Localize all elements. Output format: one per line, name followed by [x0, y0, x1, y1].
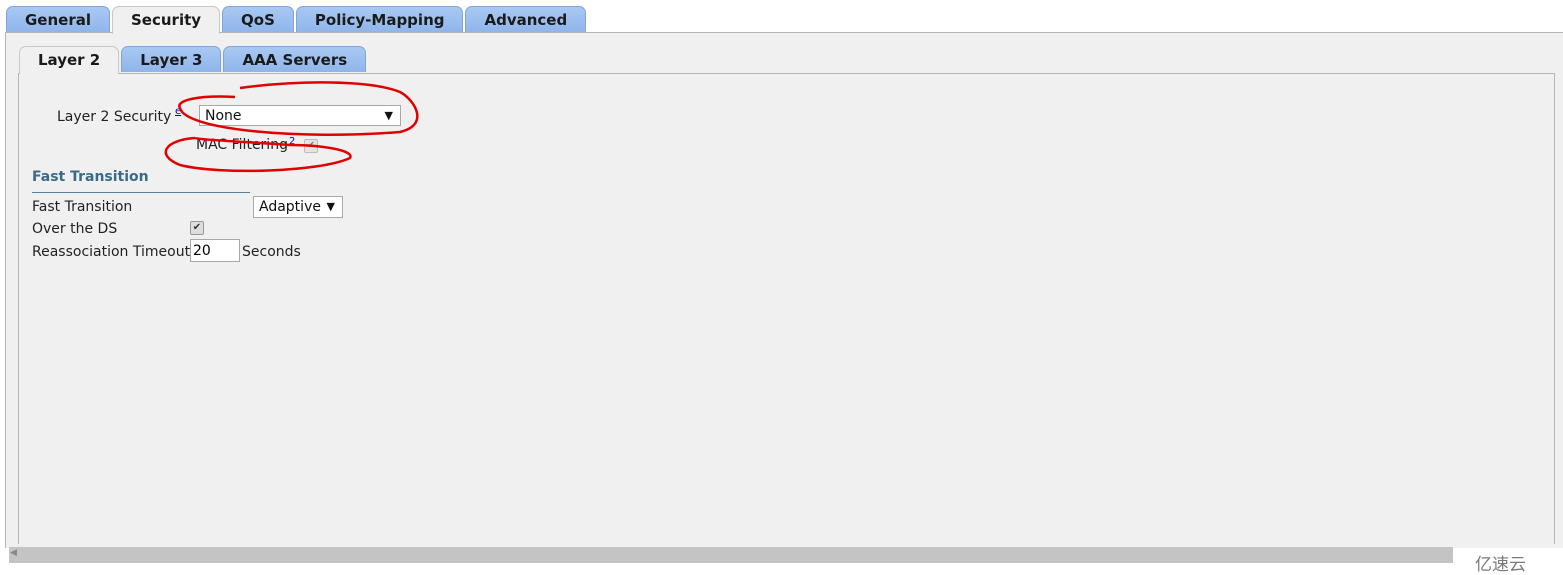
red-annotation-circles	[164, 81, 419, 173]
horizontal-scrollbar[interactable]	[9, 547, 1453, 563]
scroll-left-arrow-icon[interactable]: ◀	[10, 548, 17, 558]
watermark-logo: 亿速云	[1475, 555, 1526, 575]
